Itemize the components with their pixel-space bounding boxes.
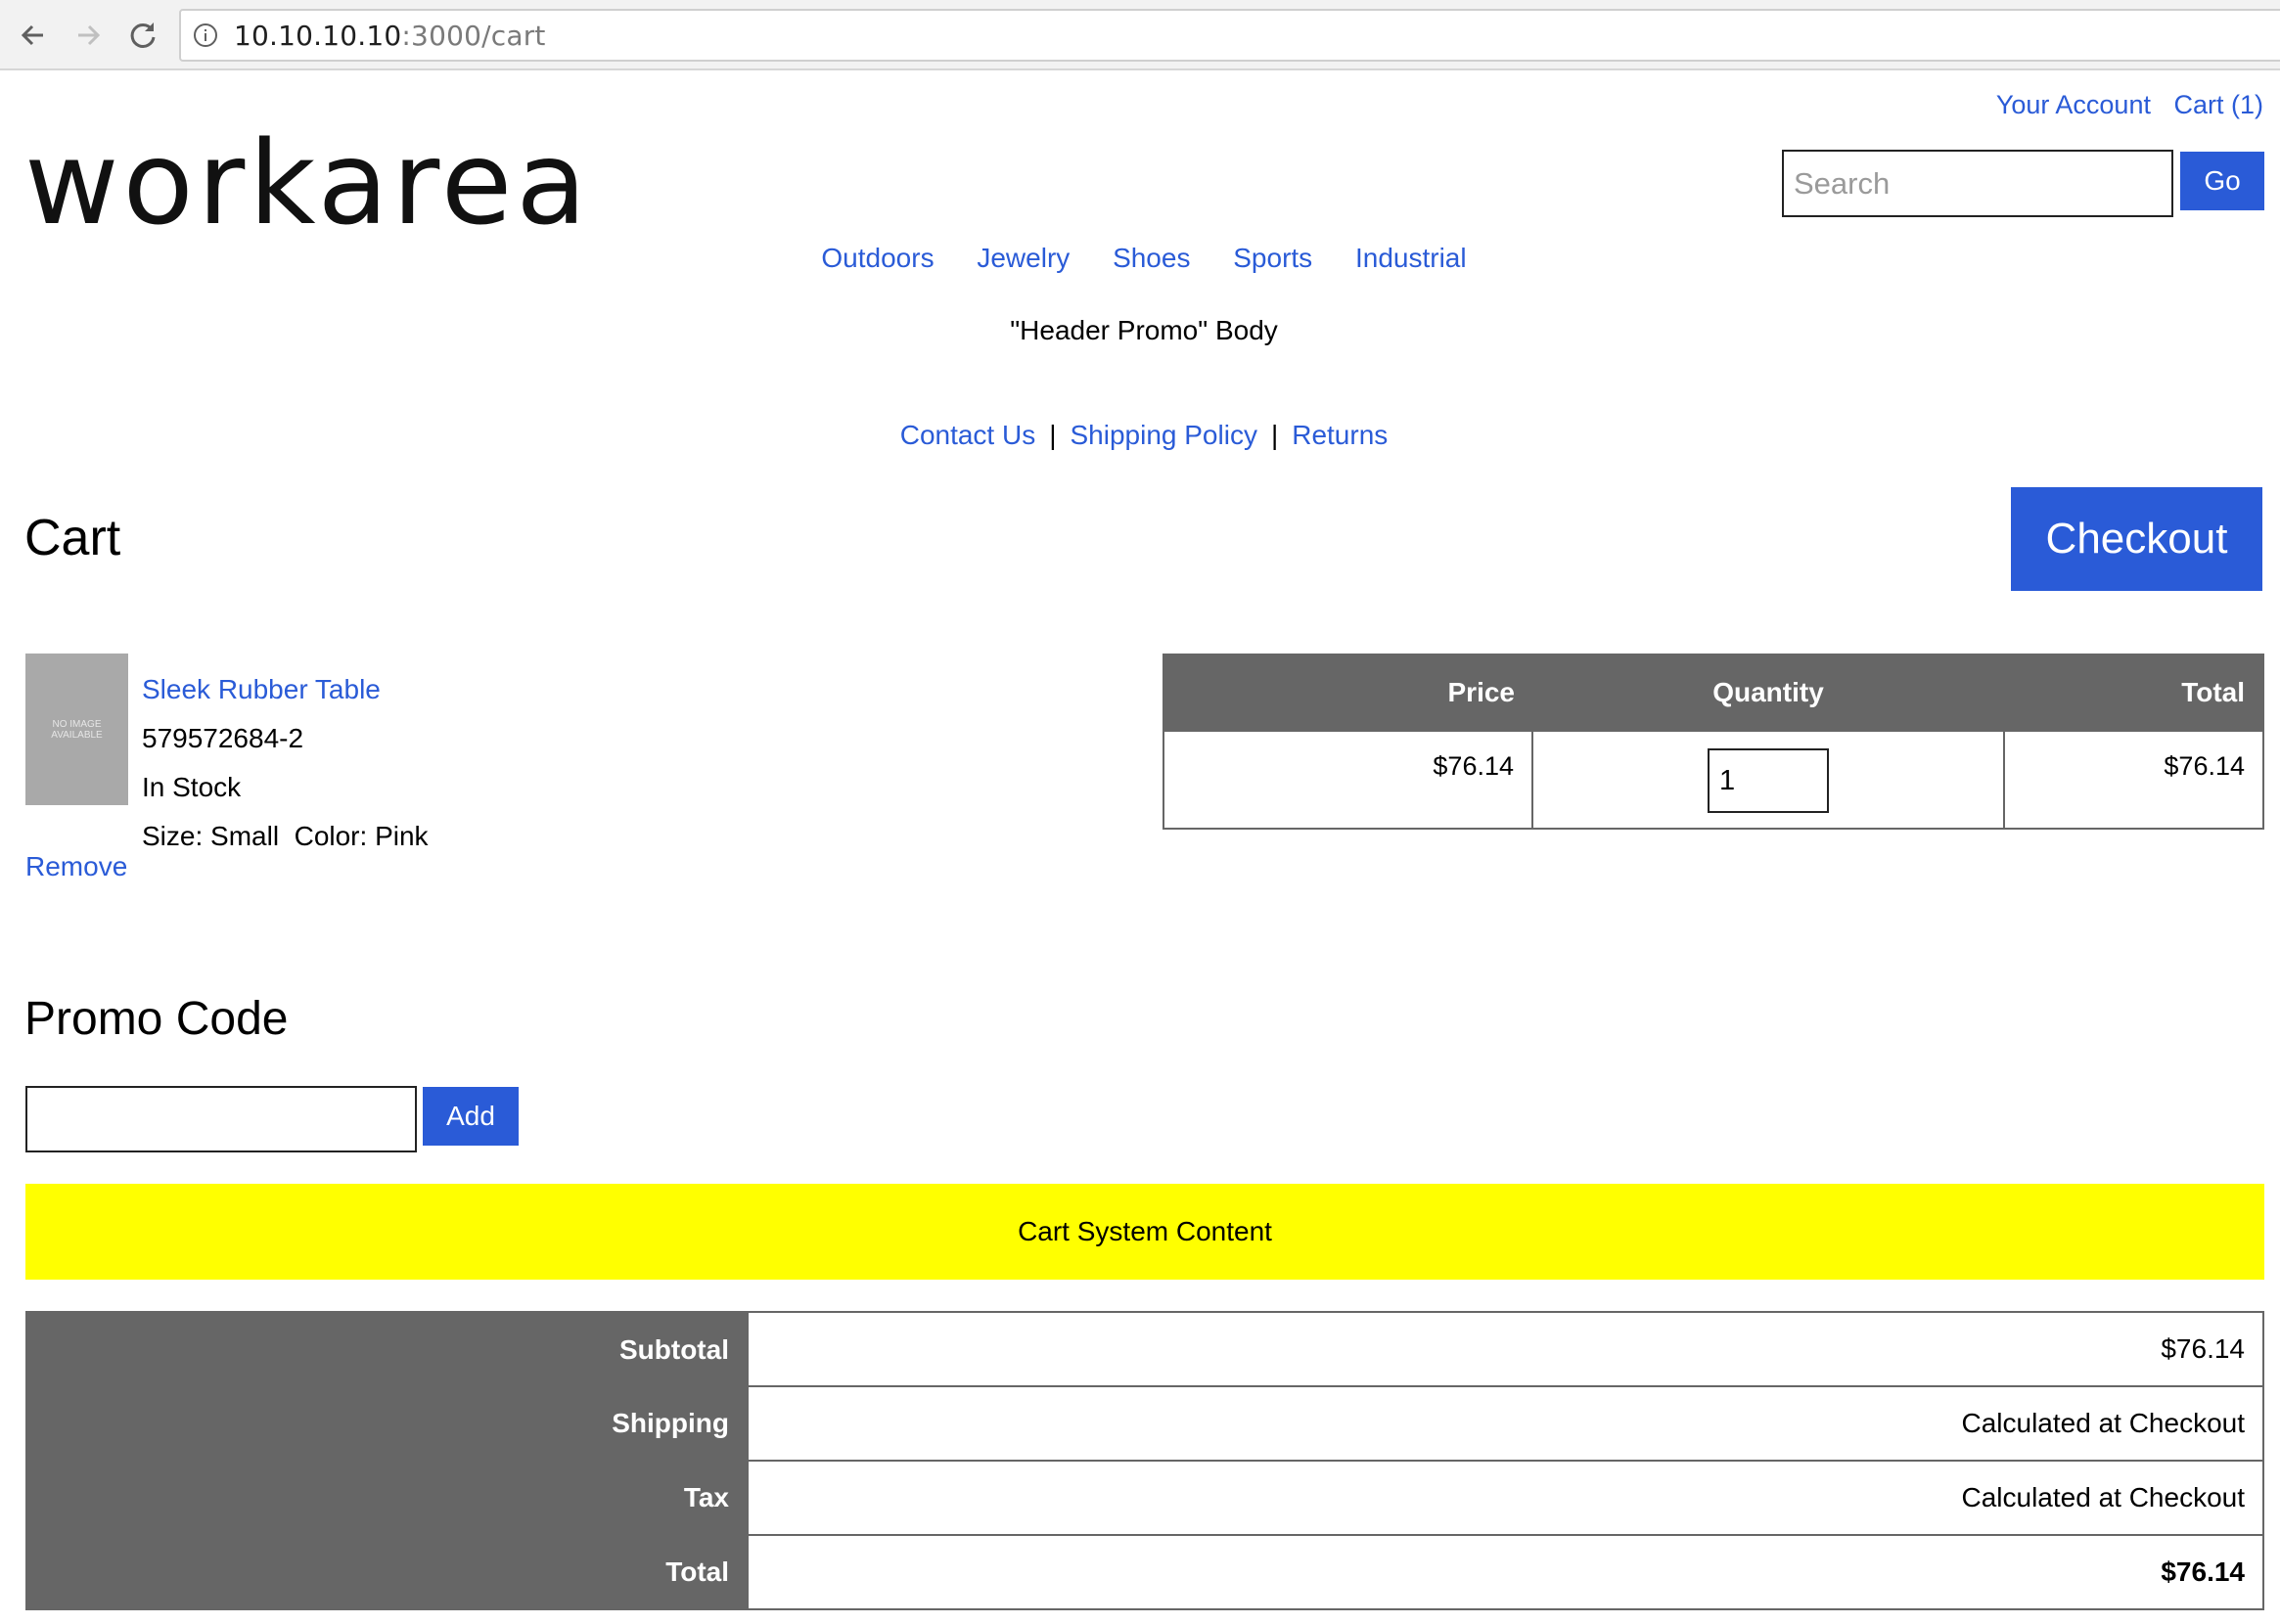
site-logo[interactable]: workarea xyxy=(24,125,591,241)
quantity-cell xyxy=(1531,730,2005,830)
shipping-policy-link[interactable]: Shipping Policy xyxy=(1071,420,1257,450)
cart-link[interactable]: Cart (1) xyxy=(2173,90,2263,119)
nav-separator: | xyxy=(1270,420,1279,450)
shipping-label: Shipping xyxy=(26,1386,749,1461)
address-bar[interactable]: 10.10.10.10:3000/cart xyxy=(179,9,2280,62)
summary-row-subtotal: Subtotal $76.14 xyxy=(26,1312,2263,1387)
product-name-link[interactable]: Sleek Rubber Table xyxy=(142,674,381,704)
summary-row-shipping: Shipping Calculated at Checkout xyxy=(26,1386,2263,1462)
checkout-button[interactable]: Checkout xyxy=(2011,487,2262,591)
line-item-details: Sleek Rubber Table 579572684-2 In Stock … xyxy=(142,665,429,861)
shipping-value: Calculated at Checkout xyxy=(749,1386,2263,1462)
promo-code-title: Promo Code xyxy=(24,993,289,1045)
order-summary-table: Subtotal $76.14 Shipping Calculated at C… xyxy=(25,1311,2264,1610)
browser-toolbar: 10.10.10.10:3000/cart xyxy=(0,0,2280,70)
nav-separator: | xyxy=(1049,420,1057,450)
info-icon[interactable] xyxy=(193,23,218,48)
total-header: Total xyxy=(2004,654,2263,731)
product-options: Size: Small Color: Pink xyxy=(142,821,429,851)
stock-status: In Stock xyxy=(142,772,242,802)
url-text: 10.10.10.10:3000/cart xyxy=(234,23,546,50)
back-arrow-icon[interactable] xyxy=(16,18,51,53)
cart-system-content: Cart System Content xyxy=(25,1184,2264,1280)
returns-link[interactable]: Returns xyxy=(1292,420,1388,450)
account-links: Your Account Cart (1) xyxy=(1981,90,2263,120)
search-input[interactable] xyxy=(1782,150,2173,217)
nav-item-sports[interactable]: Sports xyxy=(1233,243,1312,273)
item-price: $76.14 xyxy=(1163,730,1533,830)
subtotal-label: Subtotal xyxy=(26,1312,749,1386)
total-value: $76.14 xyxy=(2161,1556,2245,1587)
total-label: Total xyxy=(26,1535,749,1609)
quantity-header: Quantity xyxy=(1532,654,2004,731)
utility-nav: Contact Us | Shipping Policy | Returns xyxy=(0,420,2280,451)
promo-code-input[interactable] xyxy=(25,1086,417,1152)
summary-row-total: Total $76.14 xyxy=(26,1535,2263,1609)
url-path: :3000/cart xyxy=(401,20,546,52)
add-promo-button[interactable]: Add xyxy=(423,1087,519,1146)
nav-item-outdoors[interactable]: Outdoors xyxy=(821,243,934,273)
table-header-row: Price Quantity Total xyxy=(1163,654,2263,731)
reload-icon[interactable] xyxy=(125,18,160,53)
primary-nav: Outdoors Jewelry Shoes Sports Industrial xyxy=(0,243,2280,274)
no-image-text: NO IMAGE AVAILABLE xyxy=(51,718,103,741)
contact-us-link[interactable]: Contact Us xyxy=(900,420,1036,450)
nav-item-shoes[interactable]: Shoes xyxy=(1113,243,1190,273)
page-title: Cart xyxy=(24,510,121,566)
tax-value: Calculated at Checkout xyxy=(749,1461,2263,1536)
nav-item-industrial[interactable]: Industrial xyxy=(1355,243,1467,273)
price-header: Price xyxy=(1163,654,1532,731)
product-sku: 579572684-2 xyxy=(142,723,304,753)
forward-arrow-icon[interactable] xyxy=(70,18,106,53)
item-total: $76.14 xyxy=(2003,730,2264,830)
line-item-table: Price Quantity Total $76.14 $76.14 xyxy=(1163,654,2264,830)
nav-item-jewelry[interactable]: Jewelry xyxy=(977,243,1070,273)
summary-row-tax: Tax Calculated at Checkout xyxy=(26,1461,2263,1536)
url-host: 10.10.10.10 xyxy=(234,20,402,52)
tax-label: Tax xyxy=(26,1461,749,1535)
subtotal-value: $76.14 xyxy=(749,1312,2263,1387)
your-account-link[interactable]: Your Account xyxy=(1996,90,2151,119)
search-go-button[interactable]: Go xyxy=(2180,152,2264,210)
header-promo: "Header Promo" Body xyxy=(1010,315,1278,345)
remove-item-link[interactable]: Remove xyxy=(25,851,127,882)
quantity-input[interactable] xyxy=(1708,748,1829,813)
table-row: $76.14 $76.14 xyxy=(1163,730,2264,830)
product-image[interactable]: NO IMAGE AVAILABLE xyxy=(25,654,128,805)
